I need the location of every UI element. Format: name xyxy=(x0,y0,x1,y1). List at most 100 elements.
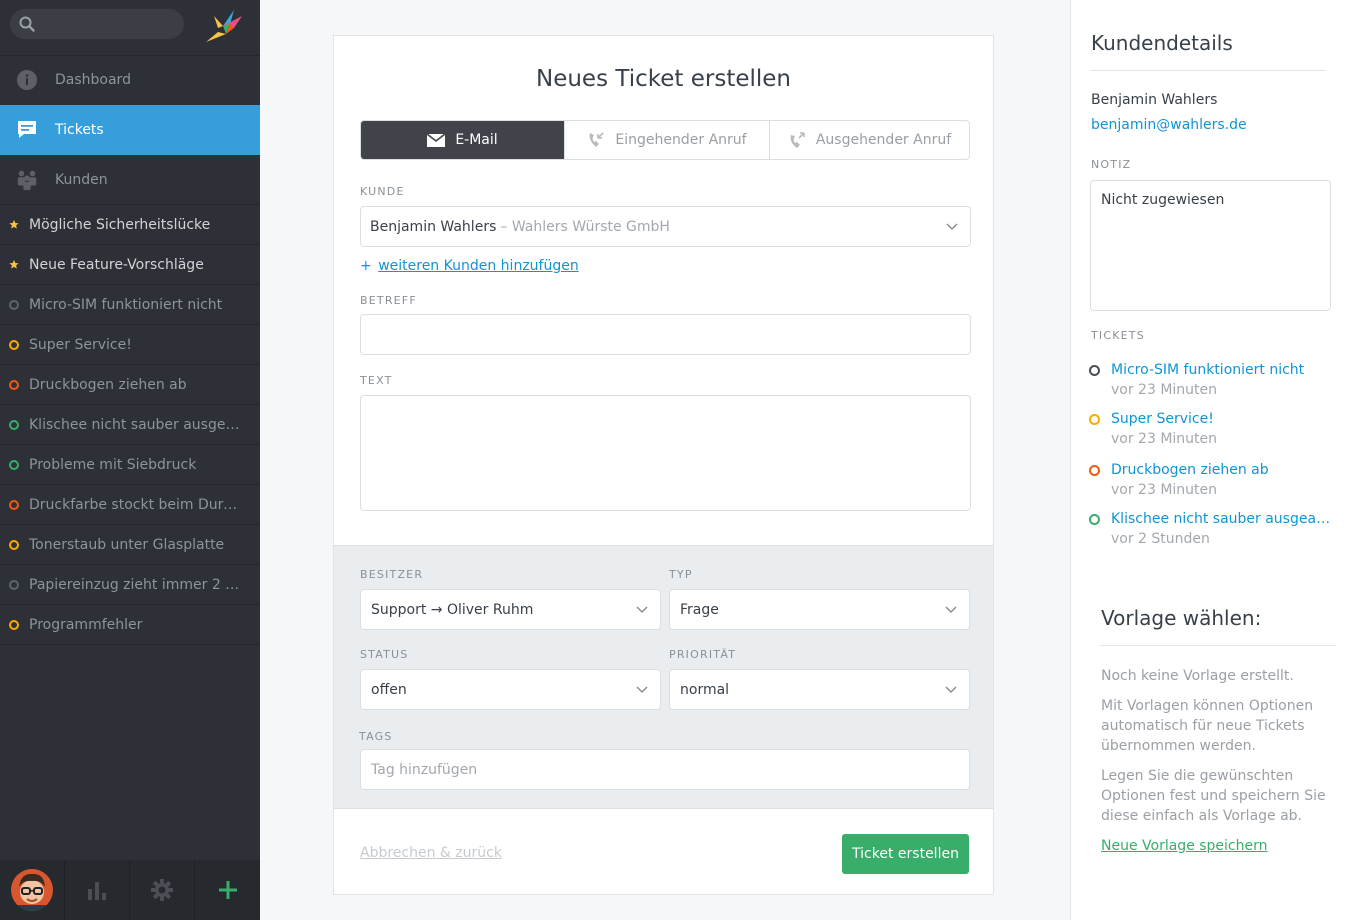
sidebar-ticket-item[interactable]: Micro-SIM funktioniert nicht xyxy=(0,285,260,325)
sidebar-ticket-item[interactable]: Papiereinzug zieht immer 2 Blä… xyxy=(0,565,260,605)
tab-outgoing-call[interactable]: Ausgehender Anruf xyxy=(770,121,969,159)
customer-ticket-title[interactable]: Micro-SIM funktioniert nicht xyxy=(1111,362,1333,378)
sidebar-footer xyxy=(0,860,260,920)
nav-label: Tickets xyxy=(55,122,104,138)
sidebar-ticket-item[interactable]: Druckfarbe stockt beim Durch… xyxy=(0,485,260,525)
stats-button[interactable] xyxy=(65,860,130,920)
sidebar-ticket-item[interactable]: Klischee nicht sauber ausgear… xyxy=(0,405,260,445)
main-area: Neues Ticket erstellen E-Mail Eingehende… xyxy=(260,0,1070,920)
avatar[interactable] xyxy=(11,869,53,911)
sidebar-ticket-item[interactable]: Super Service! xyxy=(0,325,260,365)
sidebar-ticket-label: Super Service! xyxy=(29,336,132,353)
create-ticket-button[interactable]: Ticket erstellen xyxy=(842,834,969,874)
new-ticket-form: Neues Ticket erstellen E-Mail Eingehende… xyxy=(333,35,994,895)
sidebar-ticket-label: Neue Feature-Vorschläge xyxy=(29,256,204,273)
status-select[interactable]: offen xyxy=(360,669,661,710)
chevron-down-icon xyxy=(945,605,957,613)
divider xyxy=(1100,645,1336,646)
customer-name: Benjamin Wahlers xyxy=(370,218,497,235)
add-customer-link[interactable]: + weiteren Kunden hinzufügen xyxy=(360,258,579,274)
nav-label: Kunden xyxy=(55,171,108,188)
nav-dashboard[interactable]: Dashboard xyxy=(0,56,260,104)
tab-label: E-Mail xyxy=(455,132,498,148)
customer-email-link[interactable]: benjamin@wahlers.de xyxy=(1091,117,1247,133)
subject-input[interactable] xyxy=(360,314,971,355)
sidebar-ticket-item[interactable]: Tonerstaub unter Glasplatte xyxy=(0,525,260,565)
status-dot-icon xyxy=(1089,365,1100,376)
status-dot-icon xyxy=(9,459,19,470)
sidebar-ticket-item[interactable]: Programmfehler xyxy=(0,605,260,645)
text-label: Text xyxy=(360,374,393,387)
plus-icon xyxy=(218,881,237,899)
sidebar-ticket-label: Programmfehler xyxy=(29,616,143,633)
note-label: Notiz xyxy=(1091,158,1132,171)
sidebar-ticket-label: Papiereinzug zieht immer 2 Blä… xyxy=(29,576,241,593)
chevron-down-icon xyxy=(946,222,958,230)
customer-company: – Wahlers Würste GmbH xyxy=(500,218,670,235)
note-value: Nicht zugewiesen xyxy=(1101,192,1225,208)
sidebar-ticket-label: Druckbogen ziehen ab xyxy=(29,376,187,393)
nav-tickets[interactable]: Tickets xyxy=(0,105,260,155)
tab-incoming-call[interactable]: Eingehender Anruf xyxy=(565,121,770,159)
status-dot-icon xyxy=(9,539,19,550)
ticket-attributes: Besitzer Support → Oliver Ruhm Typ Frage… xyxy=(334,545,993,809)
subject-label: Betreff xyxy=(360,294,417,307)
sidebar-ticket-label: Druckfarbe stockt beim Durch… xyxy=(29,496,241,513)
text-area[interactable] xyxy=(360,395,971,511)
tab-label: Ausgehender Anruf xyxy=(815,132,952,148)
templates-help-text: Mit Vorlagen können Optionen automatisch… xyxy=(1101,698,1314,754)
search-input[interactable] xyxy=(42,9,178,39)
note-field[interactable]: Nicht zugewiesen xyxy=(1090,180,1331,311)
tab-email[interactable]: E-Mail xyxy=(361,121,565,159)
email-icon xyxy=(427,133,446,147)
status-value: offen xyxy=(371,681,407,698)
nav-customers[interactable]: Kunden xyxy=(0,155,260,204)
status-dot-icon xyxy=(9,619,19,630)
star-icon xyxy=(9,219,19,230)
sidebar-ticket-label: Micro-SIM funktioniert nicht xyxy=(29,296,223,313)
chevron-down-icon xyxy=(636,605,648,613)
customer-ticket-title[interactable]: Super Service! xyxy=(1111,411,1333,427)
add-customer-label: weiteren Kunden hinzufügen xyxy=(378,258,579,274)
status-dot-icon xyxy=(9,499,19,510)
customer-name: Benjamin Wahlers xyxy=(1091,92,1218,108)
status-dot-icon xyxy=(9,579,19,590)
new-button[interactable] xyxy=(195,860,260,920)
gear-icon xyxy=(151,879,173,901)
phone-outgoing-icon xyxy=(788,131,806,149)
type-label: Typ xyxy=(669,568,693,581)
sidebar-ticket-label: Mögliche Sicherheitslücke xyxy=(29,216,211,233)
customer-ticket-title[interactable]: Klischee nicht sauber ausgearbei… xyxy=(1111,511,1333,527)
cancel-link[interactable]: Abbrechen & zurück xyxy=(360,845,502,861)
sidebar: Dashboard Tickets Kunden Mögliche Sicher… xyxy=(0,0,260,920)
avatar-cell[interactable] xyxy=(0,860,65,920)
tab-label: Eingehender Anruf xyxy=(615,132,747,148)
sidebar-ticket-item[interactable]: Druckbogen ziehen ab xyxy=(0,365,260,405)
ticket-type-tabs: E-Mail Eingehender Anruf Ausgehender Anr… xyxy=(360,120,970,160)
owner-label: Besitzer xyxy=(360,568,424,581)
customer-label: Kunde xyxy=(360,185,405,198)
sidebar-ticket-item[interactable]: Mögliche Sicherheitslücke xyxy=(0,205,260,245)
people-icon xyxy=(15,168,39,192)
customer-select[interactable]: Benjamin Wahlers – Wahlers Würste GmbH xyxy=(360,206,971,247)
chat-bubble-icon xyxy=(15,118,39,142)
status-dot-icon xyxy=(9,299,19,310)
save-template-link[interactable]: Neue Vorlage speichern xyxy=(1101,838,1268,854)
divider xyxy=(1090,70,1326,71)
priority-select[interactable]: normal xyxy=(669,669,970,710)
owner-select[interactable]: Support → Oliver Ruhm xyxy=(360,589,661,630)
sidebar-ticket-item[interactable]: Neue Feature-Vorschläge xyxy=(0,245,260,285)
tags-input[interactable] xyxy=(360,749,970,790)
sidebar-ticket-item[interactable]: Probleme mit Siebdruck xyxy=(0,445,260,485)
search-box[interactable] xyxy=(10,9,184,39)
panel-title: Kundendetails xyxy=(1091,31,1233,55)
phone-incoming-icon xyxy=(587,131,605,149)
logo-icon[interactable] xyxy=(200,6,246,44)
chevron-down-icon xyxy=(636,685,648,693)
type-select[interactable]: Frage xyxy=(669,589,970,630)
settings-button[interactable] xyxy=(130,860,195,920)
templates-help-text: Legen Sie die gewünschten Optionen fest … xyxy=(1101,768,1326,824)
tags-label: Tags xyxy=(359,730,393,743)
customer-ticket-time: vor 23 Minuten xyxy=(1111,431,1218,447)
customer-ticket-title[interactable]: Druckbogen ziehen ab xyxy=(1111,462,1333,478)
